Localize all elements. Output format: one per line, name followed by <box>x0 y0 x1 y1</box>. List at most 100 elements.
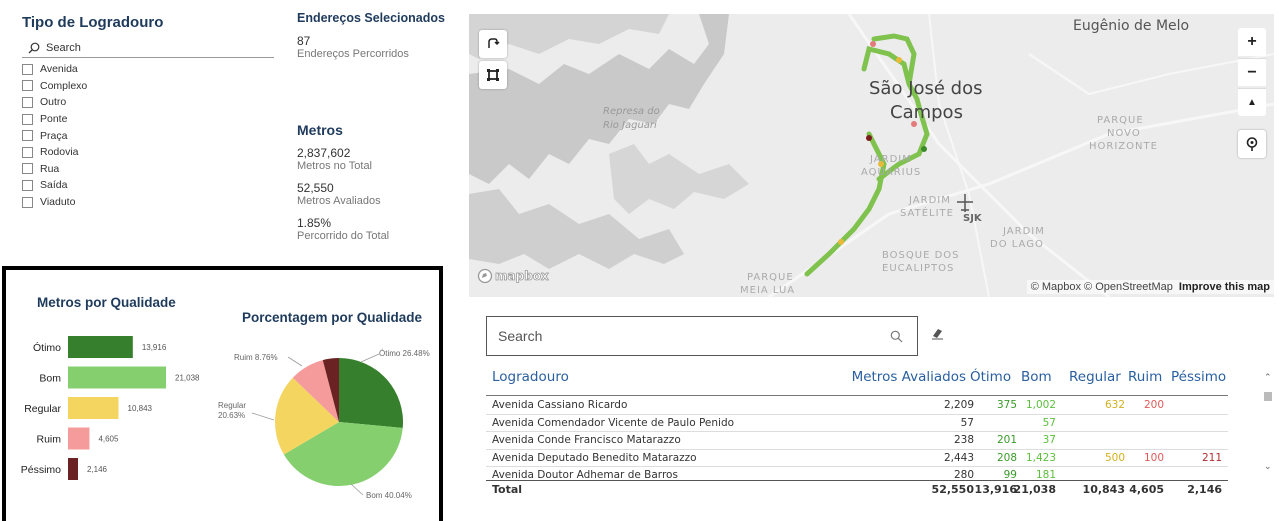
table-row[interactable]: Avenida Conde Francisco Matarazzo 238 201 3… <box>486 432 1228 450</box>
bar-4[interactable] <box>68 458 78 480</box>
total-otimo: 13,916 <box>974 483 1017 496</box>
metros-total-value: 2,837,602 <box>297 146 351 160</box>
header-pessimo[interactable]: Péssimo <box>1171 369 1226 385</box>
bar-0[interactable] <box>68 336 133 358</box>
slicer-title: Tipo de Logradouro <box>22 14 164 31</box>
map-label-parque-meia-lua-2: MEIA LUA <box>740 285 796 296</box>
mapbox-logo-icon <box>477 268 493 284</box>
bar-value-label: 13,916 <box>142 343 167 352</box>
lasso-select-button[interactable] <box>479 30 507 58</box>
slicer-item[interactable]: Viaduto <box>22 194 274 211</box>
scroll-thumb[interactable] <box>1264 392 1272 401</box>
header-ruim[interactable]: Ruim <box>1128 369 1162 385</box>
zoom-out-button[interactable]: − <box>1238 58 1266 86</box>
cell-regular: 500 <box>1104 451 1125 464</box>
cell-ruim: 200 <box>1143 399 1164 411</box>
metros-title: Metros <box>297 122 343 138</box>
slicer-item[interactable]: Rua <box>22 161 274 178</box>
eraser-icon <box>932 329 943 340</box>
cell-ruim: 100 <box>1143 451 1164 464</box>
pie-chart: Ótimo 26.48% Bom 40.04% Regular20.63% Ruim … <box>218 349 430 500</box>
map-attribution-text[interactable]: © Mapbox © OpenStreetMap <box>1031 281 1173 293</box>
checkbox[interactable] <box>22 146 33 158</box>
table-row[interactable]: Avenida Cassiano Ricardo 2,209 375 1,002 632… <box>486 397 1228 415</box>
bar-1[interactable] <box>68 366 166 389</box>
checkbox[interactable] <box>22 163 33 175</box>
slicer-item[interactable]: Saída <box>22 177 274 194</box>
header-otimo[interactable]: Ótimo <box>970 369 1011 385</box>
bar-category-label: Péssimo <box>21 464 61 476</box>
checkbox[interactable] <box>22 130 33 142</box>
slicer-item-label: Rodovia <box>40 146 79 159</box>
header-bom[interactable]: Bom <box>1021 369 1052 385</box>
rectangle-select-button[interactable] <box>479 61 507 89</box>
checkbox[interactable] <box>22 179 33 191</box>
cell-pessimo: 211 <box>1201 451 1222 464</box>
pie-leader-line <box>251 412 275 421</box>
cell-metros: 2,443 <box>943 451 974 464</box>
cell-otimo: 99 <box>1003 469 1017 479</box>
cell-logradouro: Avenida Doutor Adhemar de Barros <box>492 469 678 479</box>
checkbox[interactable] <box>22 196 33 208</box>
header-regular[interactable]: Regular <box>1069 369 1121 385</box>
checkbox[interactable] <box>22 113 33 125</box>
slicer-items: Avenida Complexo Outro Ponte Praça Rodovia Rua… <box>22 61 274 210</box>
bar-category-label: Regular <box>24 403 61 415</box>
slicer-search-placeholder: Search <box>46 41 81 54</box>
header-divider <box>486 395 1228 396</box>
slicer-item[interactable]: Rodovia <box>22 144 274 161</box>
scroll-down-icon[interactable]: ⌄ <box>1264 461 1272 472</box>
cell-bom: 181 <box>1035 469 1056 479</box>
checkbox[interactable] <box>22 96 33 108</box>
bar-category-label: Bom <box>39 373 61 385</box>
bar-3[interactable] <box>68 427 90 450</box>
zoom-in-button[interactable]: + <box>1238 28 1266 56</box>
map-visual[interactable]: São José dos Campos Eugênio de Melo PARQ… <box>469 14 1274 297</box>
total-label: Total <box>492 483 523 496</box>
eraser-button[interactable] <box>931 326 945 345</box>
checkbox[interactable] <box>22 80 33 92</box>
map-label-city-line1: São José dos <box>869 78 983 99</box>
table-row[interactable]: Avenida Comendador Vicente de Paulo Peni… <box>486 415 1228 432</box>
table-search-box[interactable]: Search <box>486 316 918 356</box>
rectangle-select-icon <box>487 69 499 81</box>
bar-value-label: 21,038 <box>175 374 200 383</box>
map-search-button[interactable] <box>1238 130 1266 158</box>
enderecos-value: 87 <box>297 34 311 48</box>
slicer-item-label: Praça <box>40 129 68 142</box>
scroll-up-icon[interactable]: ⌃ <box>1264 372 1272 383</box>
improve-map-link[interactable]: Improve this map <box>1179 281 1270 293</box>
metros-avaliados-label: Metros Avaliados <box>297 195 381 207</box>
bar-2[interactable] <box>68 397 119 419</box>
cell-bom: 57 <box>1042 416 1056 429</box>
slicer-item[interactable]: Outro <box>22 94 274 111</box>
table-row[interactable]: Avenida Doutor Adhemar de Barros 280 99 181 <box>486 467 1228 479</box>
slicer-item[interactable]: Praça <box>22 127 274 144</box>
map-label-jardim-lago-2: DO LAGO <box>990 239 1044 250</box>
metros-card: Metros 2,837,602 Metros no Total 52,550 … <box>297 122 457 242</box>
pie-label: 20.63% <box>218 411 245 420</box>
map-label-bosque-1: BOSQUE DOS <box>882 250 960 261</box>
table-search-placeholder: Search <box>498 328 543 344</box>
table-scrollbar[interactable]: ⌃ ⌄ <box>1263 372 1273 480</box>
pie-slice-0[interactable] <box>339 358 404 428</box>
slicer-search[interactable]: Search <box>22 38 274 58</box>
header-logradouro[interactable]: Logradouro <box>492 369 569 385</box>
bar-chart: Ótimo 13,916 Bom 21,038 Regular 10,843 Ruim 4,6… <box>21 336 200 480</box>
header-metros[interactable]: Metros Avaliados <box>852 369 966 385</box>
compass-button[interactable]: ▲ <box>1238 88 1266 116</box>
cell-metros: 57 <box>960 416 974 429</box>
quality-charts-panel: Metros por Qualidade Porcentagem por Qua… <box>2 266 443 521</box>
map-label-parque-novo-2: NOVO <box>1107 128 1141 139</box>
slicer-item[interactable]: Complexo <box>22 78 274 95</box>
mapbox-logo-text: mapbox <box>495 269 550 284</box>
slicer-item[interactable]: Avenida <box>22 61 274 78</box>
table-row[interactable]: Avenida Deputado Benedito Matarazzo 2,443… <box>486 450 1228 467</box>
slicer-item-label: Outro <box>40 96 67 109</box>
cell-metros: 238 <box>953 434 974 446</box>
total-regular: 10,843 <box>1082 483 1125 496</box>
slicer-item[interactable]: Ponte <box>22 111 274 128</box>
cell-bom: 1,002 <box>1025 399 1056 411</box>
checkbox[interactable] <box>22 63 33 75</box>
pie-label: Regular <box>218 401 246 410</box>
